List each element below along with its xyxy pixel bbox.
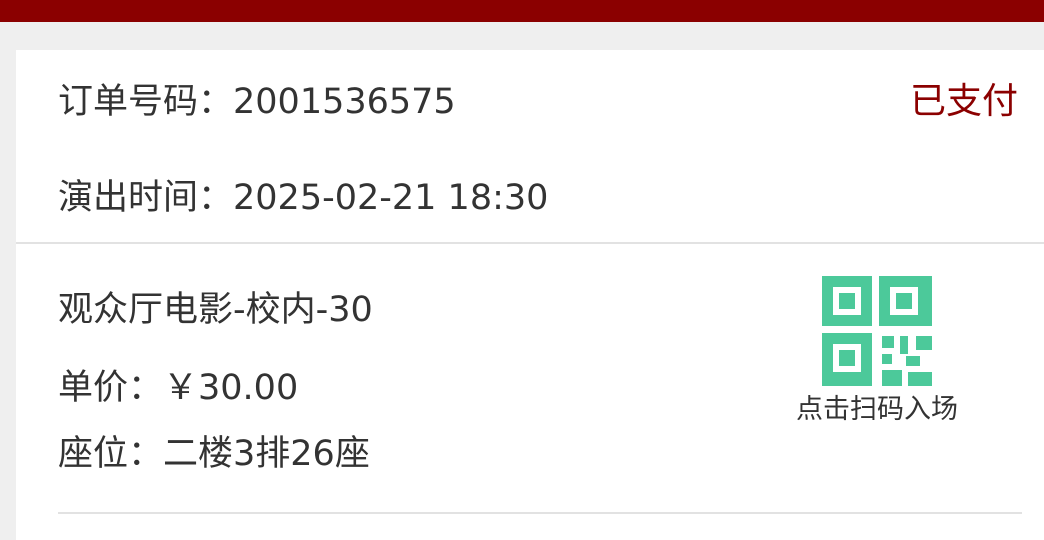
order-number-row: 订单号码：2001536575	[58, 82, 456, 122]
qr-entry-button[interactable]: 点击扫码入场	[772, 276, 982, 426]
order-card: 订单号码：2001536575 已支付 演出时间：2025-02-21 18:3…	[16, 50, 1044, 540]
price-label: 单价：	[58, 368, 164, 408]
show-time-row: 演出时间：2025-02-21 18:30	[58, 178, 548, 218]
qr-caption: 点击扫码入场	[796, 394, 958, 425]
divider-bottom	[58, 512, 1022, 514]
show-time-label: 演出时间：	[58, 178, 234, 218]
order-number: 2001536575	[233, 82, 456, 122]
show-name: 观众厅电影-校内-30	[58, 290, 373, 330]
price-value: ￥30.00	[163, 368, 299, 408]
qr-code-icon	[822, 276, 932, 386]
header-bar	[0, 0, 1044, 22]
seat-value: 二楼3排26座	[163, 434, 370, 474]
seat-row: 座位：二楼3排26座	[58, 434, 370, 474]
status-badge: 已支付	[909, 81, 1018, 122]
seat-label: 座位：	[58, 434, 164, 474]
price-row: 单价：￥30.00	[58, 368, 298, 408]
order-number-label: 订单号码：	[58, 82, 234, 122]
divider	[16, 242, 1044, 244]
show-time: 2025-02-21 18:30	[233, 178, 549, 218]
